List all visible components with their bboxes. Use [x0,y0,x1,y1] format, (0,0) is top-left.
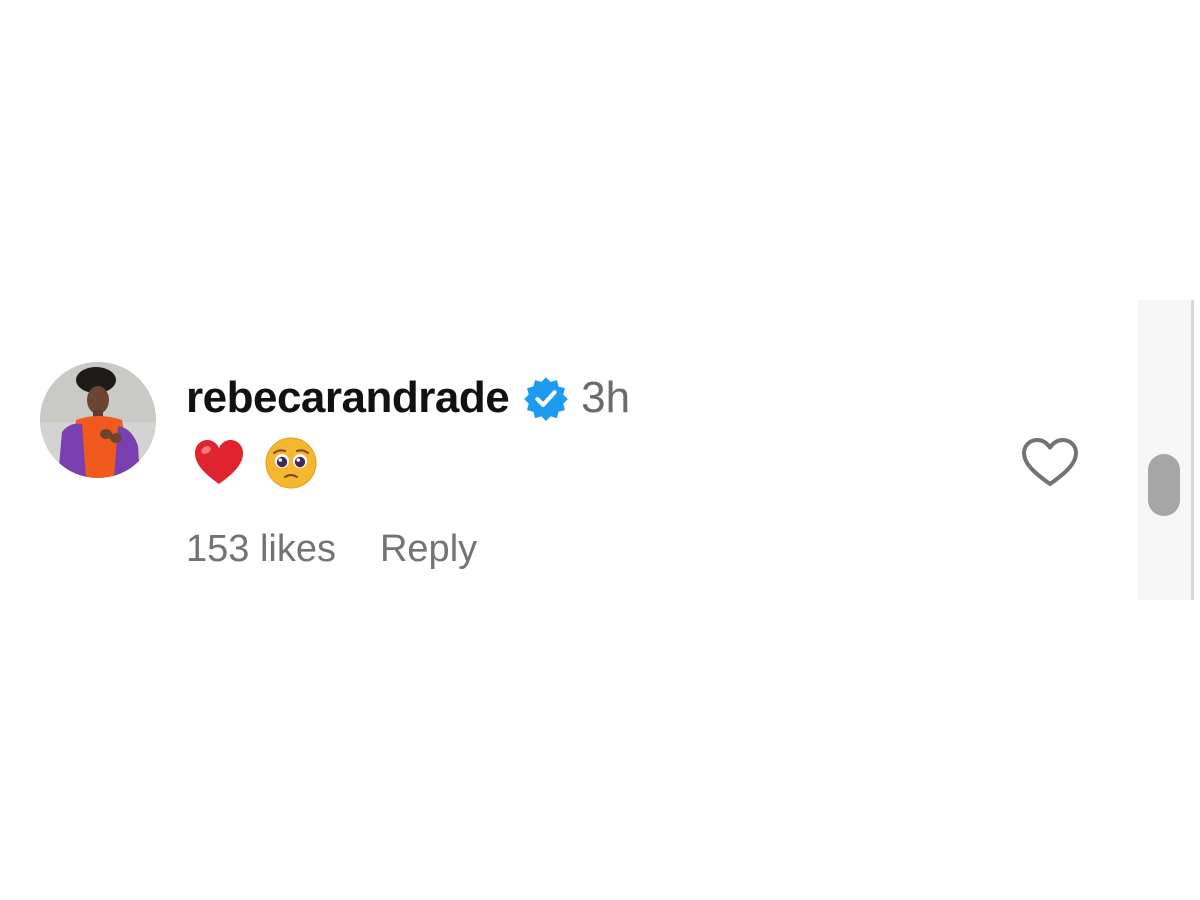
comment-text [192,436,318,490]
username-link[interactable]: rebecarandrade [186,373,510,423]
scrollbar-track[interactable] [1138,300,1194,600]
avatar[interactable] [40,362,156,478]
comment-actions: 153 likes Reply [186,528,477,571]
reply-button[interactable]: Reply [380,528,477,571]
scrollbar-thumb[interactable] [1148,454,1180,516]
comment-timestamp[interactable]: 3h [581,373,630,423]
verified-badge-icon [523,375,569,421]
pleading-face-emoji-icon [264,436,318,490]
scrollbar-edge [1191,300,1194,600]
likes-count[interactable]: 153 likes [186,528,336,571]
comment-panel: rebecarandrade 3h 153 likes Reply [0,0,1200,900]
heart-emoji-icon [192,436,246,490]
comment-header: rebecarandrade 3h [186,370,630,426]
comment-item: rebecarandrade 3h [0,300,1138,600]
heart-outline-icon[interactable] [1020,436,1080,490]
